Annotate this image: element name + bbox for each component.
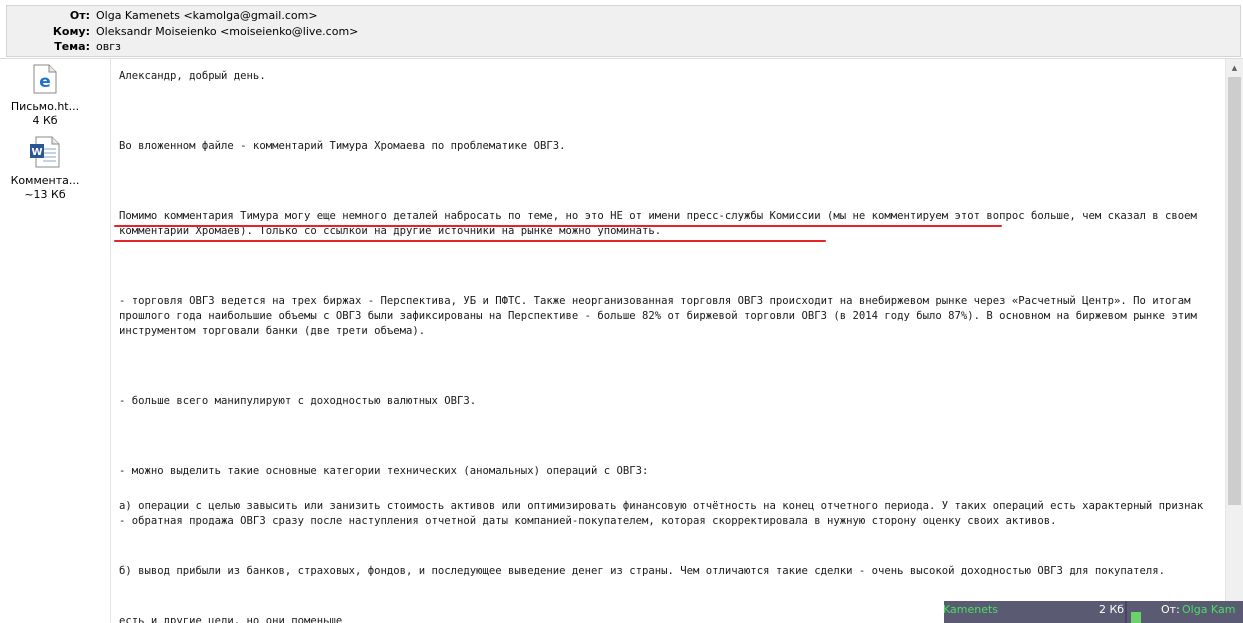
svg-text:e: e [39, 72, 51, 92]
notification-divider [1125, 601, 1127, 623]
paragraph-manipulation: - больше всего манипулируют с доходность… [119, 395, 477, 407]
message-header: От: Olga Kamenets <kamolga@gmail.com> Ко… [0, 0, 1243, 59]
message-body[interactable]: Александр, добрый день. Во вложенном фай… [111, 59, 1224, 623]
svg-text:W: W [31, 147, 42, 158]
subject-value: овгз [96, 40, 121, 53]
to-value[interactable]: Oleksandr Moiseienko <moiseienko@live.co… [96, 24, 358, 39]
paragraph-category-b: б) вывод прибыли из банков, страховых, ф… [119, 565, 1165, 577]
header-panel: От: Olga Kamenets <kamolga@gmail.com> Ко… [6, 5, 1241, 57]
attachment-html[interactable]: e Письмо.ht... 4 Кб [0, 64, 90, 128]
from-value[interactable]: Olga Kamenets <kamolga@gmail.com> [96, 8, 318, 23]
attachment-name: Коммента... [10, 174, 80, 187]
notification-indicator-icon [1131, 612, 1141, 623]
subject-label: Тема: [54, 40, 90, 53]
paragraph-attachment-note: Во вложенном файле - комментарий Тимура … [119, 140, 566, 152]
red-underline [114, 240, 826, 242]
notification-from-value: Olga Kam [1182, 603, 1236, 616]
paragraph-categories: - можно выделить такие основные категори… [119, 465, 649, 477]
paragraph-highlighted: Помимо комментария Тимура могу еще немно… [119, 210, 1197, 237]
from-label: От: [69, 9, 90, 22]
ie-html-icon: e [0, 64, 90, 97]
red-underline [114, 225, 1002, 227]
vertical-scrollbar[interactable]: ▲ [1225, 59, 1243, 623]
notification-from-label: От: [1161, 603, 1180, 616]
paragraph-greeting: Александр, добрый день. [119, 70, 266, 82]
word-doc-icon: W [0, 136, 90, 171]
attachment-size: ~13 Кб [24, 188, 66, 201]
scroll-up-arrow-icon[interactable]: ▲ [1226, 59, 1243, 76]
attachments-pane: e Письмо.ht... 4 Кб W Коммента... ~13 Кб [0, 59, 111, 623]
new-mail-notification[interactable]: Kamenets 2 Кб От: Olga Kam [944, 601, 1243, 623]
notification-size: 2 Кб [1099, 603, 1125, 616]
to-label: Кому: [52, 25, 90, 38]
attachment-doc[interactable]: W Коммента... ~13 Кб [0, 136, 90, 202]
paragraph-category-a: а) операции с целью завысить или занизит… [119, 500, 1204, 527]
attachment-size: 4 Кб [32, 114, 58, 127]
attachment-name: Письмо.ht... [10, 100, 80, 113]
notification-sender: Kamenets [944, 603, 999, 616]
scroll-thumb[interactable] [1228, 77, 1241, 505]
paragraph-trading: - торговля ОВГЗ ведется на трех биржах -… [119, 295, 1197, 337]
